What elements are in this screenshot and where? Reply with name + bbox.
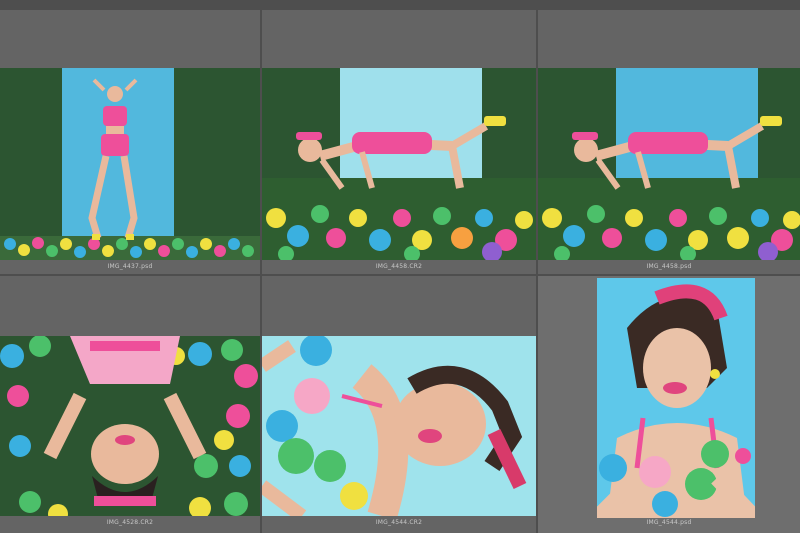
thumbnail-cell[interactable]: IMG_4528.CR2 <box>0 276 260 533</box>
thumbnail-cell[interactable]: IMG_4458.CR2 <box>262 10 536 274</box>
thumbnail-filename: IMG_4458.CR2 <box>375 263 423 270</box>
thumbnail-image[interactable] <box>0 336 260 516</box>
thumbnail-image[interactable] <box>262 68 536 260</box>
thumbnail-image[interactable] <box>597 278 755 518</box>
thumbnail-filename: IMG_4544.CR2 <box>375 519 423 526</box>
thumbnail-filename: IMG_4437.psd <box>107 263 153 270</box>
filmstrip-grid: IMG_4437.psd IMG_4458.CR2 IMG_4458.psd I… <box>0 0 800 533</box>
thumbnail-filename: IMG_4528.CR2 <box>106 519 154 526</box>
thumbnail-image[interactable] <box>538 68 800 260</box>
thumbnail-filename: IMG_4458.psd <box>646 263 692 270</box>
thumbnail-cell[interactable]: IMG_4458.psd <box>538 10 800 274</box>
thumbnail-image[interactable] <box>0 68 260 260</box>
thumbnail-cell[interactable]: IMG_4544.CR2 <box>262 276 536 533</box>
thumbnail-cell-selected[interactable]: IMG_4544.psd <box>538 276 800 533</box>
thumbnail-image[interactable] <box>262 336 536 516</box>
thumbnail-cell[interactable]: IMG_4437.psd <box>0 10 260 274</box>
thumbnail-filename: IMG_4544.psd <box>646 519 692 526</box>
